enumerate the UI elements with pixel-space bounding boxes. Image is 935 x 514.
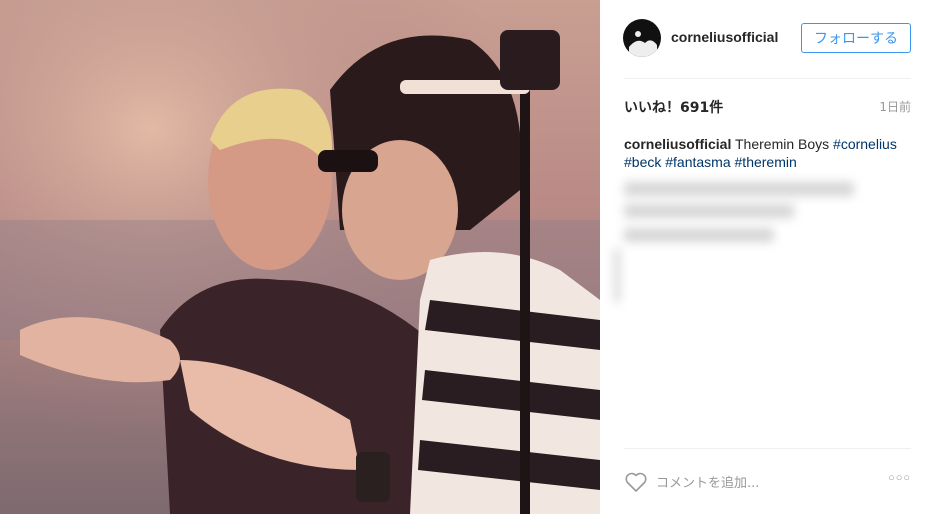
avatar-image	[629, 31, 657, 57]
post-photo[interactable]	[0, 0, 600, 514]
heart-outline-icon[interactable]	[624, 471, 648, 493]
likes-count[interactable]: いいね！691件	[624, 97, 723, 117]
header-username[interactable]: corneliusofficial	[671, 29, 778, 45]
caption: corneliusofficial Theremin Boys #corneli…	[624, 135, 914, 171]
post-details-panel: corneliusofficial フォローする いいね！691件 1日前 co…	[600, 0, 935, 514]
caption-username[interactable]: corneliusofficial	[624, 136, 731, 152]
hashtag-link[interactable]: #cornelius	[833, 136, 897, 152]
follow-button[interactable]: フォローする	[801, 23, 911, 53]
caption-text: Theremin Boys	[731, 136, 834, 152]
hashtag-link[interactable]: #fantasma	[665, 154, 730, 170]
header-divider	[624, 78, 911, 79]
hashtag-link[interactable]: #beck	[624, 154, 661, 170]
blurred-line	[624, 204, 794, 218]
post-header: corneliusofficial フォローする	[600, 0, 935, 78]
blurred-line	[624, 228, 774, 242]
photo-illustration	[0, 0, 600, 514]
post-time[interactable]: 1日前	[879, 98, 911, 115]
comment-bar: コメントを追加... ○○○	[600, 448, 935, 514]
blurred-line	[624, 182, 854, 196]
hashtag-link[interactable]: #theremin	[735, 154, 797, 170]
blurred-line	[614, 248, 620, 303]
blurred-comments	[614, 178, 874, 308]
avatar[interactable]	[623, 19, 661, 57]
more-options-icon[interactable]: ○○○	[888, 472, 911, 484]
comment-input[interactable]: コメントを追加...	[656, 472, 759, 491]
